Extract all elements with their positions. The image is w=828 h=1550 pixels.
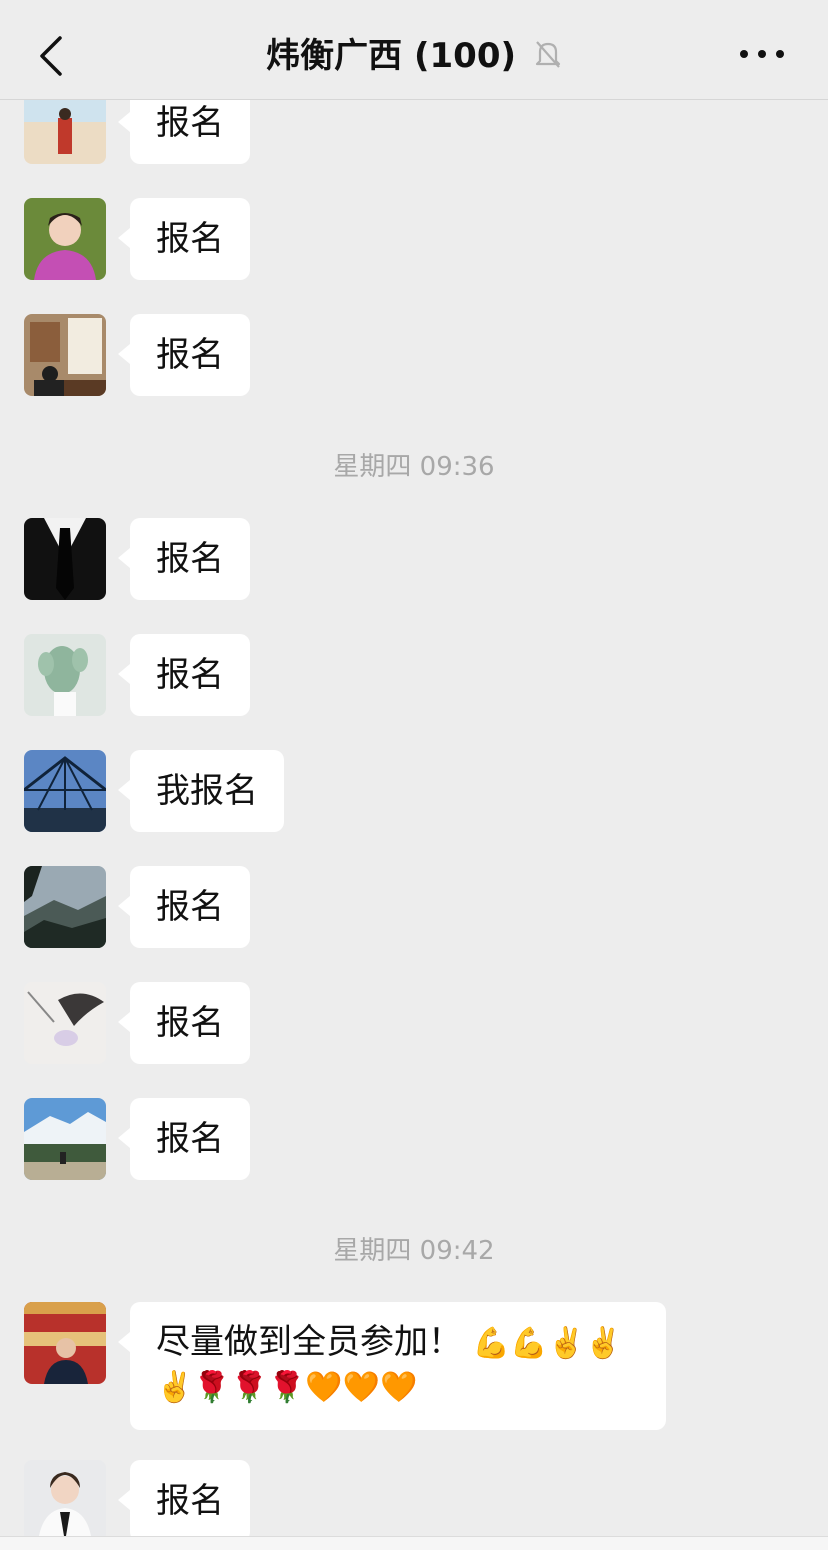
message-bubble[interactable]: 报名 [118, 866, 250, 948]
message-bubble[interactable]: 报名 [118, 100, 250, 164]
message-text: 尽量做到全员参加！ [156, 1322, 462, 1362]
glasshouse-avatar[interactable] [24, 750, 106, 832]
calligraphy-avatar[interactable] [24, 314, 106, 396]
emoji-strip: 💪💪✌️✌️ [472, 1326, 623, 1361]
timestamp: 星期四 09:42 [333, 1236, 495, 1266]
snow-mountain-avatar[interactable] [24, 1098, 106, 1180]
bell-off-icon [534, 32, 562, 84]
woman-avatar[interactable] [24, 198, 106, 280]
message-bubble[interactable]: 报名 [118, 1098, 250, 1180]
flower-sketch-avatar[interactable] [24, 982, 106, 1064]
message-list[interactable]: 报名 报名 报名 星期四 09:36 报名 报名 我报名 报名 报名 报名 星期… [0, 100, 828, 1540]
beach-avatar[interactable] [24, 100, 106, 164]
message-bubble[interactable]: 报名 [118, 518, 250, 600]
suit-avatar[interactable] [24, 518, 106, 600]
input-area-edge [0, 1536, 828, 1550]
message-bubble[interactable]: 报名 [118, 198, 250, 280]
message-bubble[interactable]: 报名 [118, 634, 250, 716]
message-bubble[interactable]: 报名 [118, 982, 250, 1064]
emoji-strip: ✌️🌹🌹🌹🧡🧡🧡 [156, 1370, 418, 1405]
message-bubble[interactable]: 我报名 [118, 750, 284, 832]
message-bubble[interactable]: 报名 [118, 1460, 250, 1540]
message-bubble[interactable]: 报名 [118, 314, 250, 396]
message-bubble[interactable]: 尽量做到全员参加！ 💪💪✌️✌️ ✌️🌹🌹🌹🧡🧡🧡 [118, 1302, 666, 1430]
cactus-avatar[interactable] [24, 634, 106, 716]
timestamp: 星期四 09:36 [333, 452, 495, 482]
chat-title-area: 炜衡广西 (100) [0, 30, 828, 82]
mountain-avatar[interactable] [24, 866, 106, 948]
chat-title: 炜衡广西 (100) [266, 36, 517, 76]
chat-header: 炜衡广西 (100) [0, 0, 828, 100]
businesswoman-avatar[interactable] [24, 1460, 106, 1540]
message-line: 尽量做到全员参加！ 💪💪✌️✌️ [156, 1320, 640, 1366]
more-options-button[interactable] [740, 42, 788, 66]
stage-man-avatar[interactable] [24, 1302, 106, 1384]
ellipsis-icon [740, 50, 748, 58]
